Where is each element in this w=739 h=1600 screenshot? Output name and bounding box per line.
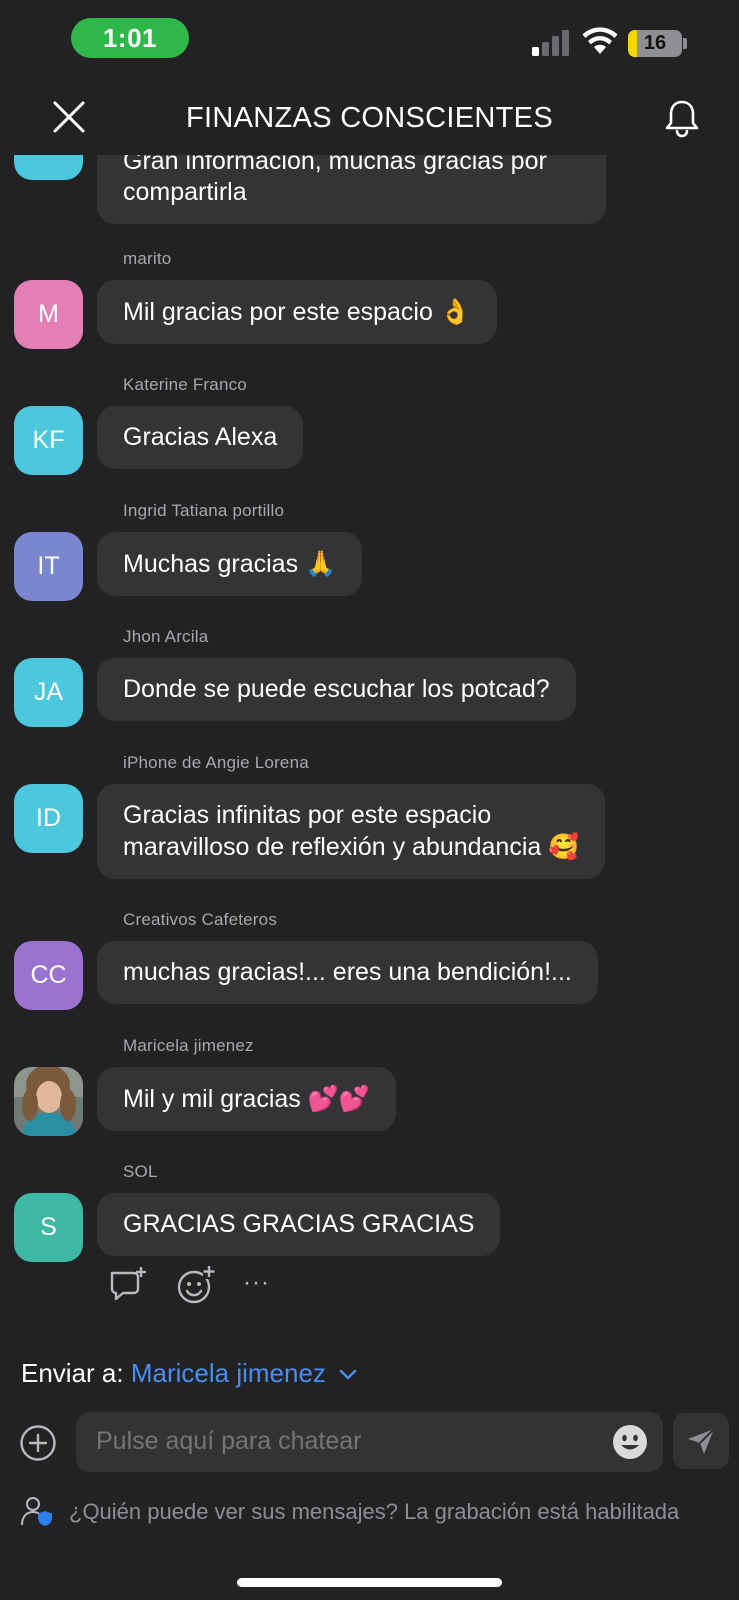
avatar-initials: JA bbox=[34, 155, 63, 160]
avatar-initials: CC bbox=[30, 961, 67, 989]
send-icon bbox=[688, 1428, 715, 1454]
add-reaction-icon[interactable] bbox=[176, 1265, 216, 1305]
home-indicator[interactable] bbox=[237, 1578, 502, 1587]
avatar-initials: IT bbox=[37, 552, 60, 580]
chevron-down-icon[interactable] bbox=[339, 1369, 357, 1381]
sender-name: Creativos Cafeteros bbox=[123, 910, 278, 929]
message-bubble[interactable]: Muchas gracias 🙏 bbox=[97, 532, 363, 596]
avatar-initials: JA bbox=[33, 678, 64, 706]
sender-name: SOL bbox=[123, 1162, 158, 1181]
avatar[interactable]: ID bbox=[14, 784, 83, 853]
avatar-initials: KF bbox=[32, 426, 65, 454]
sender-name: marito bbox=[123, 249, 172, 268]
message-bubble[interactable]: Gracias infinitas por este espacio marav… bbox=[97, 784, 606, 879]
add-attachment-icon[interactable] bbox=[19, 1424, 57, 1462]
message-text: Gracias Alexa bbox=[123, 423, 278, 451]
page-title: FINANZAS CONSCIENTES bbox=[186, 102, 553, 134]
chat-input-box[interactable] bbox=[76, 1412, 663, 1472]
avatar[interactable]: JA bbox=[14, 155, 83, 180]
battery-icon: 16 bbox=[628, 30, 682, 57]
avatar-initials: ID bbox=[36, 804, 61, 832]
avatar[interactable]: KF bbox=[14, 406, 83, 475]
sender-name: Ingrid Tatiana portillo bbox=[123, 501, 285, 520]
message-bubble[interactable]: GRACIAS GRACIAS GRACIAS bbox=[97, 1193, 501, 1256]
avatar[interactable]: M bbox=[14, 280, 83, 349]
avatar[interactable]: IT bbox=[14, 532, 83, 601]
chat-list[interactable]: JA Gran información, muchas gracias por … bbox=[0, 155, 739, 1320]
emoji-picker-icon[interactable] bbox=[612, 1424, 648, 1460]
smiling-hearts-emoji: 🥰 bbox=[548, 832, 580, 861]
send-button[interactable] bbox=[673, 1413, 729, 1469]
sender-name: iPhone de Angie Lorena bbox=[123, 753, 309, 772]
profile-photo-icon bbox=[14, 1067, 83, 1136]
battery-tip bbox=[683, 38, 687, 49]
message-text: Donde se puede escuchar los potcad? bbox=[123, 675, 550, 703]
message-bubble[interactable]: Gracias Alexa bbox=[97, 406, 304, 469]
message-text: Mil y mil gracias bbox=[123, 1085, 301, 1113]
send-to-selector[interactable]: Enviar a: Maricela jimenez bbox=[21, 1358, 357, 1389]
message-bubble[interactable]: Mil y mil gracias 💕💕 bbox=[97, 1067, 397, 1131]
status-bar: 1:01 16 bbox=[0, 0, 739, 80]
message-text: Mil gracias por este espacio bbox=[123, 298, 433, 326]
avatar[interactable]: JA bbox=[14, 658, 83, 727]
message-bubble[interactable]: Mil gracias por este espacio 👌 bbox=[97, 280, 497, 344]
sender-name: Maricela jimenez bbox=[123, 1036, 254, 1055]
privacy-notice[interactable]: ¿Quién puede ver sus mensajes? La grabac… bbox=[21, 1495, 731, 1529]
sender-name: Jhon Arcila bbox=[123, 627, 209, 646]
message-text: Gracias infinitas por este espacio bbox=[123, 801, 492, 829]
two-hearts-emoji: 💕💕 bbox=[307, 1084, 371, 1113]
message-text: Gran información, muchas gracias por bbox=[123, 155, 547, 175]
status-time: 1:01 bbox=[71, 18, 189, 58]
avatar-initials: M bbox=[38, 300, 59, 328]
more-icon[interactable]: ··· bbox=[243, 1269, 283, 1309]
bell-icon[interactable] bbox=[664, 98, 700, 138]
message-text: Muchas gracias bbox=[123, 550, 299, 578]
message-text: GRACIAS GRACIAS GRACIAS bbox=[123, 1210, 475, 1238]
folded-hands-emoji: 🙏 bbox=[305, 549, 337, 578]
sender-name: Katerine Franco bbox=[123, 375, 247, 394]
header: FINANZAS CONSCIENTES bbox=[0, 90, 739, 152]
send-to-label: Enviar a: bbox=[21, 1358, 124, 1388]
send-to-target[interactable]: Maricela jimenez bbox=[131, 1358, 326, 1388]
avatar-photo[interactable] bbox=[14, 1067, 83, 1136]
wifi-icon bbox=[582, 27, 618, 54]
battery-level: 16 bbox=[643, 32, 667, 54]
message-bubble[interactable]: muchas gracias!... eres una bendición!..… bbox=[97, 941, 598, 1004]
cellular-signal-icon bbox=[532, 30, 569, 56]
message-text: compartirla bbox=[123, 178, 247, 206]
close-icon[interactable] bbox=[50, 98, 88, 136]
ok-hand-emoji: 👌 bbox=[439, 297, 471, 326]
message-text: maravilloso de reflexión y abundancia bbox=[123, 833, 542, 861]
avatar[interactable]: S bbox=[14, 1193, 83, 1262]
reply-thread-icon[interactable] bbox=[108, 1265, 148, 1305]
avatar-initials: S bbox=[40, 1213, 57, 1241]
message-bubble[interactable]: Gran información, muchas gracias por com… bbox=[97, 155, 606, 224]
message-text: muchas gracias!... eres una bendición!..… bbox=[123, 958, 572, 986]
message-actions: ··· bbox=[108, 1265, 308, 1305]
privacy-text: ¿Quién puede ver sus mensajes? La grabac… bbox=[69, 1499, 680, 1524]
avatar[interactable]: CC bbox=[14, 941, 83, 1010]
privacy-user-shield-icon bbox=[21, 1497, 52, 1526]
message-bubble[interactable]: Donde se puede escuchar los potcad? bbox=[97, 658, 576, 721]
chat-input[interactable] bbox=[96, 1427, 576, 1456]
